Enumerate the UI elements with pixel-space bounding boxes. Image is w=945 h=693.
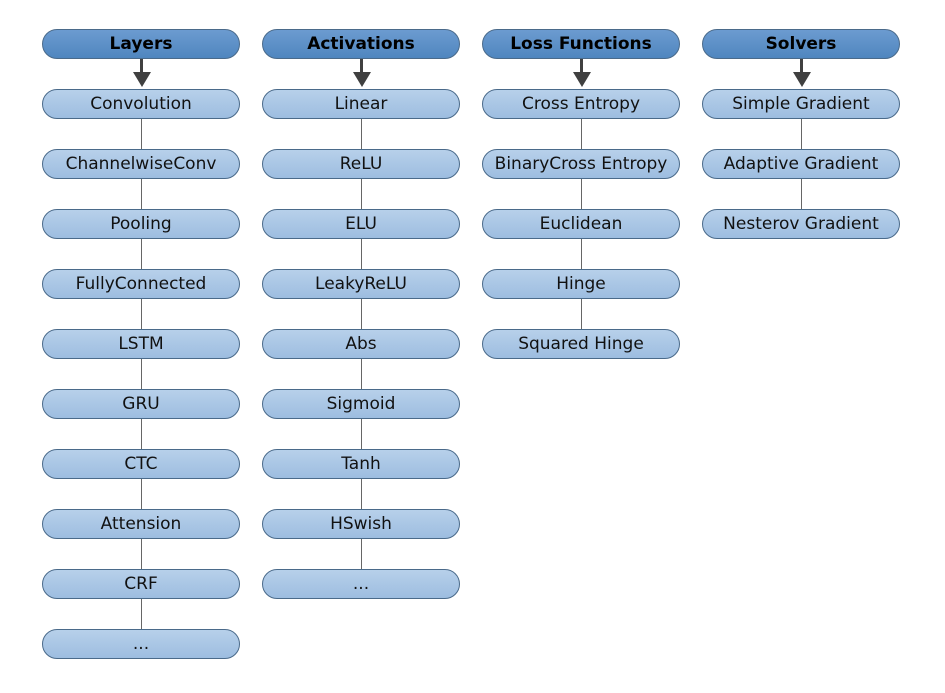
connector-line <box>141 479 142 509</box>
item-node: CRF <box>42 569 240 599</box>
connector-line <box>361 479 362 509</box>
connector-line <box>801 179 802 209</box>
item-node: ... <box>42 629 240 659</box>
item-node: Pooling <box>42 209 240 239</box>
item-node: Adaptive Gradient <box>702 149 900 179</box>
item-node: Simple Gradient <box>702 89 900 119</box>
connector-line <box>361 359 362 389</box>
item-node: Linear <box>262 89 460 119</box>
connector-line <box>361 419 362 449</box>
connector-line <box>361 179 362 209</box>
item-node: Tanh <box>262 449 460 479</box>
item-node: Squared Hinge <box>482 329 680 359</box>
category-header: Solvers <box>702 29 900 59</box>
category-header: Loss Functions <box>482 29 680 59</box>
arrow-down-icon <box>133 72 151 87</box>
item-node: FullyConnected <box>42 269 240 299</box>
connector-line <box>141 239 142 269</box>
connector-line <box>141 359 142 389</box>
category-header: Layers <box>42 29 240 59</box>
arrow-down-icon <box>573 72 591 87</box>
item-node: ELU <box>262 209 460 239</box>
connector-line <box>141 539 142 569</box>
connector-line <box>581 239 582 269</box>
item-node: Attension <box>42 509 240 539</box>
item-node: Euclidean <box>482 209 680 239</box>
connector-line <box>141 599 142 629</box>
connector-line <box>581 179 582 209</box>
item-node: Abs <box>262 329 460 359</box>
connector-line <box>141 419 142 449</box>
connector-line <box>361 299 362 329</box>
item-node: Sigmoid <box>262 389 460 419</box>
connector-line <box>361 239 362 269</box>
item-node: LeakyReLU <box>262 269 460 299</box>
connector-line <box>141 119 142 149</box>
item-node: BinaryCross Entropy <box>482 149 680 179</box>
item-node: HSwish <box>262 509 460 539</box>
connector-line <box>141 179 142 209</box>
item-node: Convolution <box>42 89 240 119</box>
item-node: Nesterov Gradient <box>702 209 900 239</box>
connector-line <box>361 539 362 569</box>
connector-line <box>581 119 582 149</box>
item-node: Cross Entropy <box>482 89 680 119</box>
item-node: GRU <box>42 389 240 419</box>
connector-line <box>361 119 362 149</box>
connector-line <box>581 299 582 329</box>
item-node: Hinge <box>482 269 680 299</box>
connector-line <box>141 299 142 329</box>
arrow-down-icon <box>793 72 811 87</box>
category-header: Activations <box>262 29 460 59</box>
item-node: CTC <box>42 449 240 479</box>
item-node: ReLU <box>262 149 460 179</box>
item-node: ... <box>262 569 460 599</box>
item-node: LSTM <box>42 329 240 359</box>
item-node: ChannelwiseConv <box>42 149 240 179</box>
arrow-down-icon <box>353 72 371 87</box>
connector-line <box>801 119 802 149</box>
